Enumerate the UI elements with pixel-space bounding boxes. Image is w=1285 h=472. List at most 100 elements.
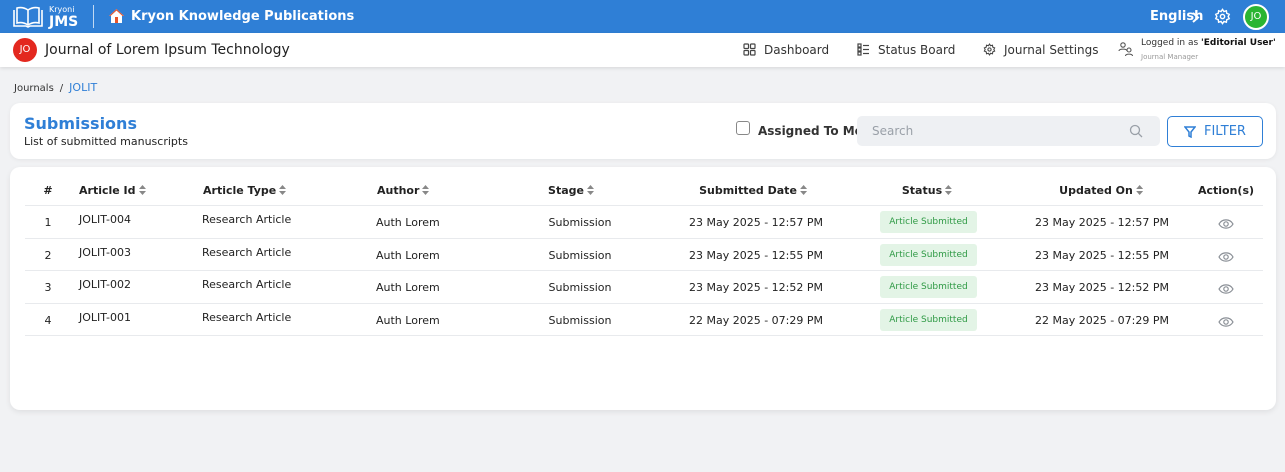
column-header-article-id[interactable]: Article Id: [79, 184, 146, 198]
column-header-actions-label: Action(s): [1197, 184, 1255, 197]
user-avatar[interactable]: JO: [1243, 4, 1269, 30]
home-icon: [109, 9, 124, 23]
assigned-to-me-label[interactable]: Assigned To Me: [758, 124, 863, 139]
status-badge: Article Submitted: [880, 276, 977, 298]
filter-icon: [1184, 126, 1196, 138]
column-header-number-label: #: [43, 184, 53, 197]
column-header-article-id-label: Article Id: [79, 184, 136, 197]
settings-icon: [983, 43, 996, 56]
table-row[interactable]: 2 JOLIT-003 Research Article Auth Lorem …: [25, 238, 1263, 271]
sort-icon[interactable]: [799, 185, 807, 195]
breadcrumb-separator: /: [59, 83, 64, 94]
journal-avatar: JO: [13, 38, 37, 62]
cell-submitted-date: 23 May 2025 - 12:57 PM: [688, 216, 824, 229]
column-header-number: #: [43, 184, 52, 198]
column-header-updated-on-label: Updated On: [1059, 184, 1133, 197]
column-header-author-label: Author: [377, 184, 420, 197]
cell-number: 3: [44, 281, 52, 294]
nav-journal-settings[interactable]: Journal Settings: [983, 42, 1099, 58]
column-header-stage[interactable]: Stage: [548, 184, 594, 198]
column-header-article-type[interactable]: Article Type: [203, 184, 287, 198]
submissions-table: # Article Id Article Type Author Stage S…: [10, 167, 1276, 410]
logged-in-role: Journal Manager: [1141, 53, 1199, 61]
filter-button[interactable]: FILTER: [1167, 116, 1263, 147]
publisher-name[interactable]: Kryon Knowledge Publications: [131, 8, 354, 25]
book-logo-icon: [13, 6, 43, 28]
column-header-article-type-label: Article Type: [203, 184, 277, 197]
cell-number: 1: [44, 216, 52, 229]
filter-button-label: FILTER: [1204, 124, 1246, 139]
nav-dashboard[interactable]: Dashboard: [743, 42, 829, 58]
column-header-author[interactable]: Author: [377, 184, 430, 198]
cell-article-type: Research Article: [202, 213, 292, 226]
app-logo[interactable]: Kryoni JMS: [12, 4, 92, 30]
sort-icon[interactable]: [586, 185, 594, 195]
top-bar: Kryoni JMS Kryon Knowledge Publications …: [0, 0, 1285, 33]
cell-updated-on: 23 May 2025 - 12:55 PM: [1034, 249, 1170, 262]
breadcrumb-journals[interactable]: Journals: [14, 83, 54, 94]
cell-updated-on: 22 May 2025 - 07:29 PM: [1034, 314, 1170, 327]
cell-article-type: Research Article: [202, 246, 292, 259]
sort-icon[interactable]: [422, 185, 430, 195]
sort-icon[interactable]: [1135, 185, 1143, 195]
eye-icon[interactable]: [1218, 283, 1234, 295]
nav-status-board-label: Status Board: [878, 43, 956, 57]
page-title: Submissions: [24, 114, 137, 133]
cell-number: 2: [44, 249, 52, 262]
table-row[interactable]: 1 JOLIT-004 Research Article Auth Lorem …: [25, 205, 1263, 238]
breadcrumb-current: JOLIT: [69, 81, 98, 94]
search-icon[interactable]: [1129, 124, 1143, 138]
column-header-stage-label: Stage: [548, 184, 584, 197]
eye-icon[interactable]: [1218, 251, 1234, 263]
cell-submitted-date: 23 May 2025 - 12:52 PM: [688, 281, 824, 294]
assigned-to-me-checkbox[interactable]: [736, 121, 750, 135]
gear-icon[interactable]: [1214, 8, 1231, 25]
nav-journal-settings-label: Journal Settings: [1004, 43, 1099, 57]
nav-status-board[interactable]: Status Board: [857, 42, 955, 58]
cell-article-id[interactable]: JOLIT-002: [79, 278, 131, 292]
column-header-updated-on[interactable]: Updated On: [1059, 184, 1143, 198]
journal-title: Journal of Lorem Ipsum Technology: [45, 42, 290, 58]
logged-in-user: 'Editorial User': [1201, 38, 1276, 48]
eye-icon[interactable]: [1218, 218, 1234, 230]
cell-number: 4: [44, 314, 52, 327]
table-row[interactable]: 4 JOLIT-001 Research Article Auth Lorem …: [25, 303, 1263, 336]
cell-updated-on: 23 May 2025 - 12:57 PM: [1034, 216, 1170, 229]
cell-stage: Submission: [548, 281, 612, 294]
cell-stage: Submission: [548, 216, 612, 229]
cell-article-id[interactable]: JOLIT-003: [79, 246, 131, 260]
column-header-submitted-date[interactable]: Submitted Date: [699, 184, 807, 198]
cell-article-type: Research Article: [202, 311, 292, 324]
logged-in-prefix: Logged in as: [1141, 38, 1202, 48]
cell-author: Auth Lorem: [376, 249, 440, 262]
cell-updated-on: 23 May 2025 - 12:52 PM: [1034, 281, 1170, 294]
topbar-divider: [93, 5, 94, 28]
cell-author: Auth Lorem: [376, 216, 440, 229]
grid-icon: [743, 43, 756, 56]
submissions-header-card: Submissions List of submitted manuscript…: [10, 103, 1276, 159]
status-badge: Article Submitted: [880, 211, 977, 233]
sort-icon[interactable]: [279, 185, 287, 195]
cell-article-type: Research Article: [202, 278, 292, 291]
user-switch-icon: [1118, 42, 1134, 57]
breadcrumb: Journals / JOLIT: [14, 81, 97, 95]
column-header-submitted-date-label: Submitted Date: [699, 184, 797, 197]
eye-icon[interactable]: [1218, 316, 1234, 328]
cell-stage: Submission: [548, 314, 612, 327]
logged-in-text: Logged in as 'Editorial User': [1141, 37, 1276, 49]
cell-stage: Submission: [548, 249, 612, 262]
logo-big-text: JMS: [49, 14, 79, 30]
sort-icon[interactable]: [945, 185, 953, 195]
sort-icon[interactable]: [138, 185, 146, 195]
cell-author: Auth Lorem: [376, 314, 440, 327]
page-subtitle: List of submitted manuscripts: [24, 135, 188, 148]
list-icon: [857, 43, 869, 56]
cell-submitted-date: 23 May 2025 - 12:55 PM: [688, 249, 824, 262]
cell-article-id[interactable]: JOLIT-004: [79, 213, 131, 227]
chevron-right-icon[interactable]: [1191, 12, 1200, 23]
column-header-status[interactable]: Status: [902, 184, 953, 198]
table-row[interactable]: 3 JOLIT-002 Research Article Auth Lorem …: [25, 270, 1263, 303]
search-input[interactable]: [857, 116, 1160, 146]
cell-article-id[interactable]: JOLIT-001: [79, 311, 131, 325]
status-badge: Article Submitted: [880, 244, 977, 266]
